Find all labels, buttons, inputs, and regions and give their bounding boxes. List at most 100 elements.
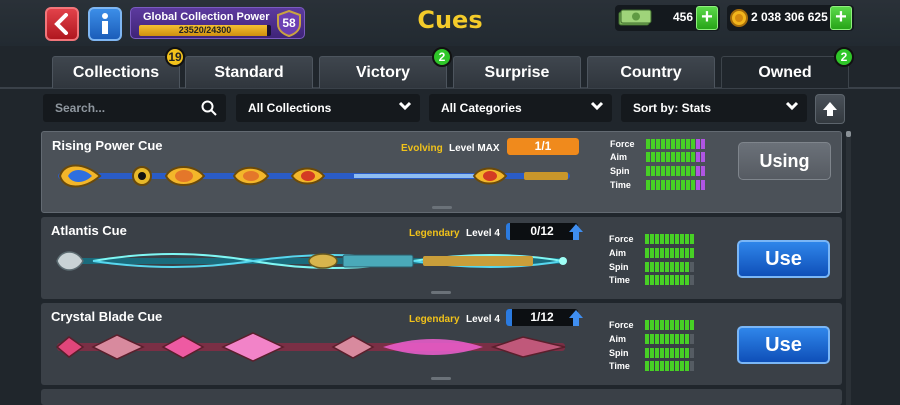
- cue-name: Atlantis Cue: [51, 223, 127, 238]
- stat-segment: [656, 180, 660, 190]
- stat-segment: [675, 334, 679, 344]
- collection-dropdown-value: All Collections: [248, 101, 332, 115]
- scrollbar-thumb[interactable]: [846, 131, 851, 137]
- info-icon: [102, 13, 108, 34]
- time-stat-bar: [645, 275, 694, 285]
- cue-rarity: Evolving: [401, 143, 443, 154]
- cue-row[interactable]: Crystal Blade Cue Legendary Level 4 1/12…: [41, 303, 842, 385]
- stat-segment: [650, 348, 654, 358]
- stat-segment: [690, 361, 694, 371]
- tab-badge-owned: 2: [834, 47, 854, 67]
- back-button[interactable]: [45, 7, 79, 41]
- tab-badge-collections: 19: [165, 47, 185, 67]
- use-cue-button[interactable]: Use: [737, 240, 830, 278]
- stat-segment: [660, 334, 664, 344]
- stat-segment: [646, 139, 650, 149]
- scrollbar-track[interactable]: [846, 131, 851, 405]
- tab-label: Owned: [758, 63, 812, 81]
- stat-segment: [670, 361, 674, 371]
- stat-label-time: Time: [609, 275, 630, 285]
- tab-country[interactable]: Country: [587, 56, 715, 88]
- tab-badge-victory: 2: [432, 47, 452, 67]
- stat-segment: [660, 320, 664, 330]
- add-cash-button[interactable]: +: [696, 6, 718, 30]
- tab-standard[interactable]: Standard: [185, 56, 313, 88]
- stat-segment: [660, 275, 664, 285]
- stat-label-force: Force: [609, 320, 634, 330]
- cash-icon: [618, 9, 652, 26]
- stat-segment: [655, 262, 659, 272]
- stat-label-aim: Aim: [610, 152, 628, 162]
- cue-row[interactable]: [41, 389, 842, 405]
- stat-segment: [645, 334, 649, 344]
- cue-name: Rising Power Cue: [52, 138, 163, 153]
- chevron-down-icon: [785, 101, 799, 111]
- stat-segment: [665, 361, 669, 371]
- tab-victory[interactable]: Victory: [319, 56, 447, 88]
- stat-segment: [685, 334, 689, 344]
- stat-segment: [650, 234, 654, 244]
- sort-dropdown-value: Sort by: Stats: [633, 101, 712, 115]
- stat-segment: [690, 262, 694, 272]
- cue-row[interactable]: Rising Power Cue Evolving Level MAX 1/1 …: [41, 131, 842, 213]
- info-button[interactable]: [88, 7, 122, 41]
- search-input[interactable]: Search...: [43, 94, 226, 122]
- stat-segment: [685, 348, 689, 358]
- stat-segment: [671, 152, 675, 162]
- stat-label-aim: Aim: [609, 248, 627, 258]
- stat-segment: [650, 320, 654, 330]
- stat-segment: [671, 139, 675, 149]
- carousel-indicator: [431, 291, 451, 294]
- spin-stat-bar: [645, 348, 694, 358]
- using-button[interactable]: Using: [738, 142, 831, 180]
- cue-level: Level 4: [466, 228, 500, 239]
- tab-label: Surprise: [484, 63, 550, 81]
- carousel-indicator: [431, 377, 451, 380]
- stat-segment: [645, 320, 649, 330]
- stat-segment: [701, 139, 705, 149]
- aim-stat-bar: [646, 152, 705, 162]
- global-collection-power[interactable]: Global Collection Power 23520/24300 58: [130, 7, 305, 39]
- stat-segment: [690, 248, 694, 258]
- stat-segment: [665, 334, 669, 344]
- upgrade-arrow-icon[interactable]: [568, 309, 584, 327]
- stat-segment: [675, 361, 679, 371]
- stat-segment: [655, 320, 659, 330]
- collection-dropdown[interactable]: All Collections: [236, 94, 420, 122]
- cue-level: Level 4: [466, 314, 500, 325]
- stat-segment: [671, 180, 675, 190]
- stat-segment: [651, 166, 655, 176]
- stat-segment: [665, 348, 669, 358]
- stat-segment: [656, 166, 660, 176]
- stat-segment: [650, 248, 654, 258]
- tab-collections[interactable]: Collections: [52, 56, 180, 88]
- upgrade-arrow-icon[interactable]: [568, 223, 584, 241]
- stat-segment: [675, 262, 679, 272]
- stat-segment: [645, 234, 649, 244]
- stat-segment: [690, 320, 694, 330]
- time-stat-bar: [646, 180, 705, 190]
- stat-segment: [655, 334, 659, 344]
- sort-direction-button[interactable]: [815, 94, 845, 124]
- stat-segment: [671, 166, 675, 176]
- stat-segment: [655, 361, 659, 371]
- sort-dropdown[interactable]: Sort by: Stats: [621, 94, 807, 122]
- category-dropdown[interactable]: All Categories: [429, 94, 612, 122]
- stat-segment: [660, 248, 664, 258]
- chevron-down-icon: [590, 101, 604, 111]
- stat-segment: [650, 275, 654, 285]
- stat-segment: [670, 334, 674, 344]
- add-coins-button[interactable]: +: [830, 6, 852, 30]
- stat-segment: [670, 234, 674, 244]
- tab-surprise[interactable]: Surprise: [453, 56, 581, 88]
- cue-row[interactable]: Atlantis Cue Legendary Level 4 0/12 Forc…: [41, 217, 842, 299]
- tab-owned[interactable]: Owned: [721, 56, 849, 88]
- cue-progress-fill: [506, 223, 510, 240]
- aim-stat-bar: [645, 334, 694, 344]
- cash-counter: 456 +: [615, 5, 720, 31]
- stat-segment: [686, 180, 690, 190]
- stat-segment: [676, 139, 680, 149]
- chevron-left-icon: [54, 13, 68, 35]
- use-cue-button[interactable]: Use: [737, 326, 830, 364]
- cue-level: Level MAX: [449, 143, 500, 154]
